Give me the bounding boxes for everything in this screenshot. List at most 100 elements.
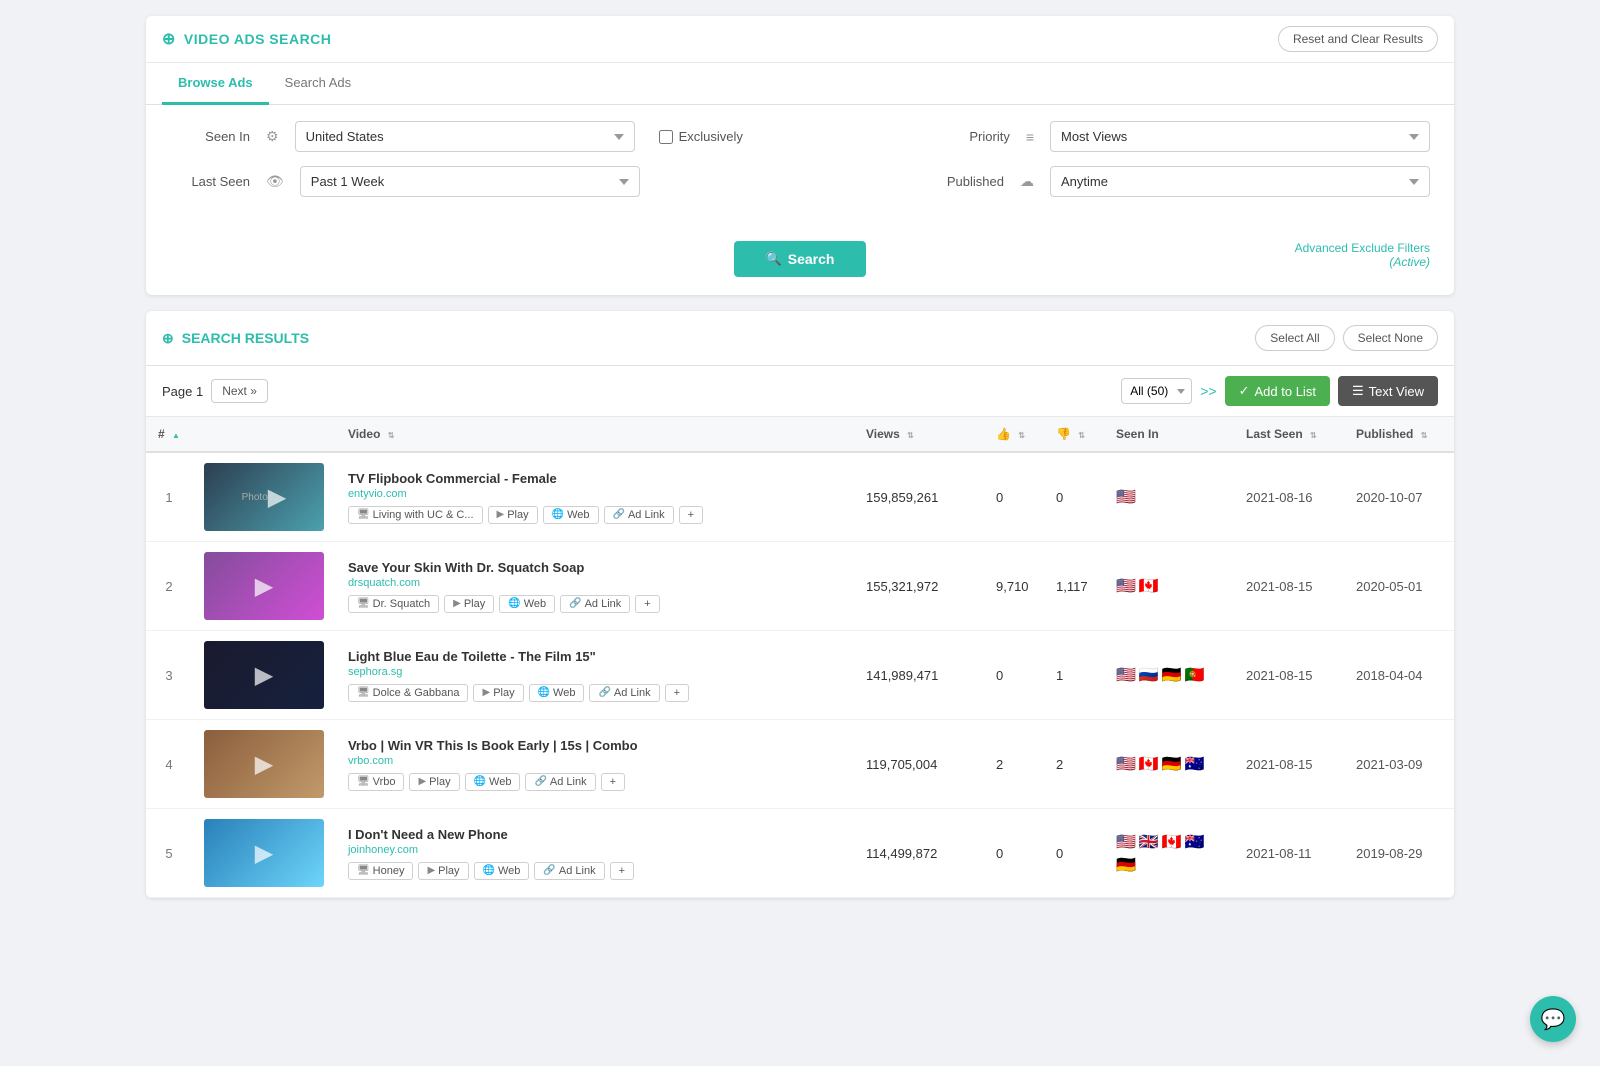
last-seen-label: Last Seen [170, 174, 250, 189]
video-tags: 🖥Dolce & Gabbana▶Play 🌐Web🔗Ad Link + [348, 684, 842, 702]
search-btn-label: Search [788, 251, 835, 267]
col-header-seen-in[interactable]: Seen In [1104, 417, 1234, 452]
video-tag[interactable]: ▶Play [418, 862, 468, 880]
video-thumbnail[interactable]: Photo▶ [204, 463, 324, 531]
cell-thumb[interactable]: ▶ [192, 809, 336, 898]
reset-button[interactable]: Reset and Clear Results [1278, 26, 1438, 52]
video-tag[interactable]: ▶Play [409, 773, 459, 791]
cell-dislikes: 0 [1044, 809, 1104, 898]
video-tag[interactable]: 🌐Web [465, 773, 521, 791]
next-page-button[interactable]: Next » [211, 379, 268, 403]
video-domain[interactable]: entyvio.com [348, 488, 842, 500]
tab-browse-ads[interactable]: Browse Ads [162, 63, 269, 105]
cell-thumb[interactable]: ▶ [192, 720, 336, 809]
video-thumbnail[interactable]: ▶ [204, 641, 324, 709]
cell-last-seen: 2021-08-16 [1234, 452, 1344, 542]
video-domain[interactable]: vrbo.com [348, 755, 842, 767]
tag-icon: 🌐 [538, 687, 550, 698]
published-select[interactable]: Anytime Past 1 Week Past 1 Month Past 3 … [1050, 166, 1430, 197]
video-tag-plus[interactable]: + [679, 506, 703, 524]
col-header-views[interactable]: Views ⇅ [854, 417, 984, 452]
tag-icon: ▶ [427, 865, 435, 876]
exclusively-label: Exclusively [679, 129, 743, 144]
nav-arrows[interactable]: >> [1200, 383, 1216, 399]
cell-dislikes: 2 [1044, 720, 1104, 809]
video-thumbnail[interactable]: ▶ [204, 552, 324, 620]
tab-search-ads[interactable]: Search Ads [269, 63, 368, 105]
video-tag[interactable]: 🖥Dolce & Gabbana [348, 684, 469, 702]
tag-icon: 🔗 [598, 687, 610, 698]
video-tag[interactable]: ▶Play [488, 506, 538, 524]
col-header-published[interactable]: Published ⇅ [1344, 417, 1454, 452]
last-seen-select[interactable]: Past 1 Day Past 1 Week Past 1 Month Past… [300, 166, 640, 197]
cell-views: 141,989,471 [854, 631, 984, 720]
video-domain[interactable]: joinhoney.com [348, 844, 842, 856]
cell-thumb[interactable]: Photo▶ [192, 452, 336, 542]
text-view-button[interactable]: ☰ Text View [1338, 376, 1438, 406]
cell-thumb[interactable]: ▶ [192, 542, 336, 631]
tag-label: Web [524, 598, 546, 610]
video-title[interactable]: Save Your Skin With Dr. Squatch Soap [348, 560, 842, 575]
video-tag[interactable]: 🔗Ad Link [589, 684, 659, 702]
search-button[interactable]: 🔍 Search [734, 241, 867, 277]
video-tag[interactable]: 🌐Web [529, 684, 585, 702]
table-row: 5▶I Don't Need a New Phonejoinhoney.com🖥… [146, 809, 1454, 898]
video-thumbnail[interactable]: ▶ [204, 730, 324, 798]
col-header-likes[interactable]: 👍 ⇅ [984, 417, 1044, 452]
tag-icon: 🖥 [357, 776, 370, 787]
tag-label: Play [438, 865, 459, 877]
tag-label: Web [498, 865, 520, 877]
video-tag-plus[interactable]: + [635, 595, 659, 613]
chat-bubble[interactable]: 💬 [1530, 996, 1576, 1042]
video-title[interactable]: Light Blue Eau de Toilette - The Film 15… [348, 649, 842, 664]
video-tag[interactable]: 🔗Ad Link [560, 595, 630, 613]
count-select[interactable]: All (50) 25 10 [1121, 378, 1192, 404]
tag-label: Honey [373, 865, 405, 877]
video-tag[interactable]: 🌐Web [499, 595, 555, 613]
published-label: Published [924, 174, 1004, 189]
video-tag[interactable]: 🖥Dr. Squatch [348, 595, 439, 613]
video-title[interactable]: I Don't Need a New Phone [348, 827, 842, 842]
cell-seen-in: 🇺🇸🇬🇧🇨🇦🇦🇺🇩🇪 [1104, 809, 1234, 898]
video-tag[interactable]: 🌐Web [543, 506, 599, 524]
video-thumbnail[interactable]: ▶ [204, 819, 324, 887]
priority-select[interactable]: Most Views Most Likes Most Recent Trendi… [1050, 121, 1430, 152]
video-tag-plus[interactable]: + [601, 773, 625, 791]
exclusively-checkbox[interactable] [659, 130, 673, 144]
col-header-last-seen[interactable]: Last Seen ⇅ [1234, 417, 1344, 452]
tag-icon: 🖥 [357, 687, 370, 698]
checkmark-icon: ✓ [1239, 383, 1250, 399]
cell-views: 159,859,261 [854, 452, 984, 542]
cell-dislikes: 1,117 [1044, 542, 1104, 631]
video-tag[interactable]: ▶Play [473, 684, 523, 702]
video-tag[interactable]: 🖥Vrbo [348, 773, 405, 791]
add-to-list-button[interactable]: ✓ Add to List [1225, 376, 1330, 406]
seen-in-icon: ⚙ [266, 128, 279, 145]
col-header-video[interactable]: Video ⇅ [336, 417, 854, 452]
video-tag[interactable]: 🔗Ad Link [604, 506, 674, 524]
col-header-num[interactable]: # ▲ [146, 417, 192, 452]
tag-icon: ▶ [453, 598, 461, 609]
video-title[interactable]: Vrbo | Win VR This Is Book Early | 15s |… [348, 738, 842, 753]
video-tag-plus[interactable]: + [665, 684, 689, 702]
video-tag[interactable]: 🔗Ad Link [534, 862, 604, 880]
results-header: ⊕ SEARCH RESULTS Select All Select None [146, 311, 1454, 366]
cell-thumb[interactable]: ▶ [192, 631, 336, 720]
tag-icon: 🖥 [357, 509, 370, 520]
video-tag[interactable]: 🔗Ad Link [525, 773, 595, 791]
cell-video: Save Your Skin With Dr. Squatch Soap drsq… [336, 542, 854, 631]
select-none-button[interactable]: Select None [1343, 325, 1438, 351]
video-domain[interactable]: sephora.sg [348, 666, 842, 678]
video-title[interactable]: TV Flipbook Commercial - Female [348, 471, 842, 486]
video-tag[interactable]: 🖥Living with UC & C... [348, 506, 483, 524]
video-tag[interactable]: ▶Play [444, 595, 494, 613]
seen-in-select[interactable]: United States United Kingdom Canada Aust… [295, 121, 635, 152]
advanced-filters-link[interactable]: Advanced Exclude Filters (Active) [1295, 241, 1430, 269]
video-tag[interactable]: 🖥Honey [348, 862, 414, 880]
col-header-dislikes[interactable]: 👎 ⇅ [1044, 417, 1104, 452]
country-flag: 🇺🇸 [1116, 832, 1136, 852]
select-all-button[interactable]: Select All [1255, 325, 1334, 351]
video-tag-plus[interactable]: + [610, 862, 634, 880]
video-tag[interactable]: 🌐Web [474, 862, 530, 880]
video-domain[interactable]: drsquatch.com [348, 577, 842, 589]
